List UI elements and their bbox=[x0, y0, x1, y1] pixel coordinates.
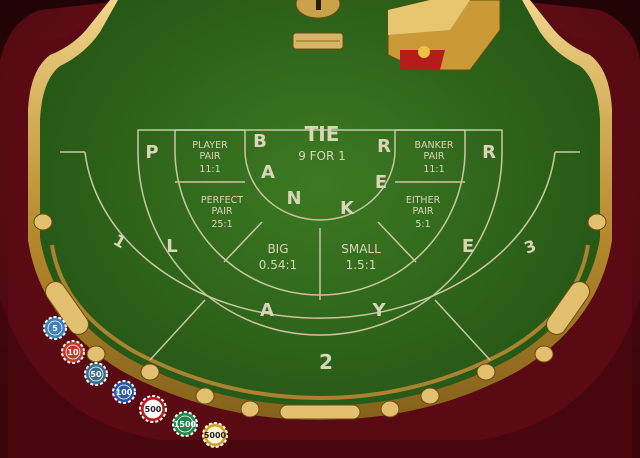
chip-50[interactable]: 50 bbox=[84, 362, 108, 386]
banker-letter: N bbox=[286, 188, 301, 209]
banker-pair-line2: PAIR bbox=[423, 151, 444, 162]
big-payout: 0.54:1 bbox=[259, 258, 297, 272]
small-label: SMALL bbox=[341, 242, 381, 256]
either-pair-line1: EITHER bbox=[406, 195, 441, 206]
small-payout: 1.5:1 bbox=[346, 258, 377, 272]
chip-value: 5000 bbox=[204, 431, 227, 440]
chip-value: 10 bbox=[67, 348, 79, 357]
player-letter: R bbox=[482, 142, 496, 163]
big-label: BIG bbox=[267, 242, 288, 256]
tie-payout: 9 FOR 1 bbox=[298, 149, 346, 163]
chip-500[interactable]: 500 bbox=[139, 395, 167, 423]
chip-value: 1500 bbox=[174, 420, 197, 429]
banker-letter: R bbox=[377, 136, 391, 157]
player-pair-payout: 11:1 bbox=[199, 164, 220, 175]
banker-letter: K bbox=[340, 198, 355, 219]
perfect-pair-line2: PAIR bbox=[211, 206, 232, 217]
banker-letter: B bbox=[253, 131, 267, 152]
chip-value: 50 bbox=[90, 370, 102, 379]
player-letter: A bbox=[260, 300, 274, 321]
either-pair-payout: 5:1 bbox=[415, 219, 430, 230]
chip-10[interactable]: 10 bbox=[61, 340, 85, 364]
baccarat-table-screen: TIE 9 FOR 1 B A N K E R P L A Y E R PLAY… bbox=[0, 0, 640, 458]
seat-number-2: 2 bbox=[319, 350, 333, 374]
chip-value: 500 bbox=[145, 405, 162, 414]
tie-title: TIE bbox=[305, 122, 340, 146]
banker-letter: A bbox=[261, 162, 275, 183]
chip-100[interactable]: 100 bbox=[112, 380, 136, 404]
player-pair-line1: PLAYER bbox=[192, 140, 228, 151]
chip-value: 5 bbox=[52, 324, 58, 333]
banker-pair-payout: 11:1 bbox=[423, 164, 444, 175]
chip-5000[interactable]: 5000 bbox=[202, 422, 228, 448]
banker-pair-line1: BANKER bbox=[415, 140, 454, 151]
bottom-slot bbox=[279, 404, 361, 420]
perfect-pair-payout: 25:1 bbox=[211, 219, 232, 230]
chip-1500[interactable]: 1500 bbox=[172, 411, 198, 437]
player-letter: L bbox=[166, 236, 177, 257]
table-svg: TIE 9 FOR 1 B A N K E R P L A Y E R PLAY… bbox=[0, 0, 640, 458]
chip-value: 100 bbox=[116, 388, 133, 397]
banker-letter: E bbox=[375, 172, 387, 193]
player-letter: Y bbox=[371, 300, 386, 321]
either-pair-line2: PAIR bbox=[412, 206, 433, 217]
player-pair-line2: PAIR bbox=[199, 151, 220, 162]
perfect-pair-line1: PERFECT bbox=[201, 195, 243, 206]
player-letter: P bbox=[145, 142, 158, 163]
player-letter: E bbox=[462, 236, 474, 257]
chip-5[interactable]: 5 bbox=[43, 316, 67, 340]
